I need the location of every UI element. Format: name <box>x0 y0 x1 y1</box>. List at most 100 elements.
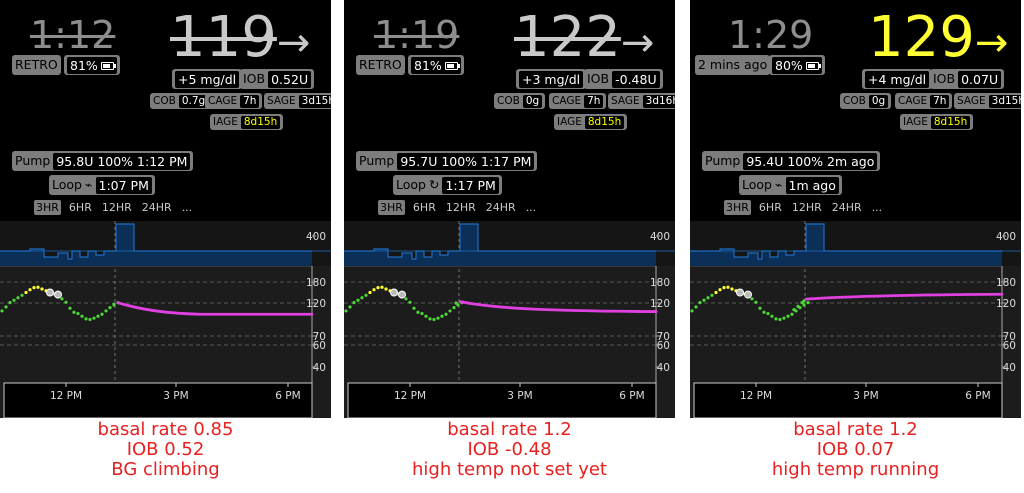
caption-line: IOB 0.52 <box>126 439 205 460</box>
y-tick-label: 60 <box>313 340 326 352</box>
bg-point <box>774 317 778 321</box>
status-badge[interactable]: RETRO <box>356 55 405 75</box>
loop-status[interactable]: Loop ⌁ 1:07 PM <box>49 175 155 195</box>
y-tick-label: 60 <box>1003 340 1016 352</box>
cob-badge[interactable]: COB 0g <box>494 93 546 109</box>
range-option-3hr[interactable]: 3HR <box>724 200 751 215</box>
status-badge[interactable]: 2 mins ago <box>695 55 771 75</box>
cage-badge[interactable]: CAGE 7h <box>895 93 953 109</box>
sage-badge[interactable]: SAGE3d15h <box>264 93 331 109</box>
manual-bg-point <box>398 290 406 299</box>
range-option-12hr[interactable]: 12HR <box>444 200 478 215</box>
delta-badge[interactable]: +5 mg/dl <box>172 69 243 89</box>
nightscout-panel: 1:12 119→ RETRO 81% +5 mg/dl IOB 0.52U COB 0.7g C… <box>0 0 331 418</box>
delta-value: +5 mg/dl <box>175 70 240 88</box>
pump-status[interactable]: Pump 95.4U 100% 2m ago <box>702 151 881 171</box>
caption-line: IOB -0.48 <box>467 439 552 460</box>
battery-badge[interactable]: 80% <box>769 55 825 75</box>
iob-badge[interactable]: IOB 0.52U <box>240 69 315 89</box>
range-option-24hr[interactable]: 24HR <box>140 200 174 215</box>
bg-point <box>112 302 116 306</box>
x-tick-label: 3 PM <box>163 390 188 402</box>
range-option-24hr[interactable]: 24HR <box>830 200 864 215</box>
bg-value: 129 <box>868 5 975 70</box>
bg-point <box>786 314 790 318</box>
y-tick-label: 40 <box>1003 362 1016 374</box>
iage-badge[interactable]: IAGE 8d15h <box>210 114 284 130</box>
iage-badge[interactable]: IAGE 8d15h <box>900 114 974 130</box>
x-tick-label: 12 PM <box>50 390 82 402</box>
range-option-3hr[interactable]: 3HR <box>378 200 405 215</box>
bg-point <box>792 308 796 312</box>
pill-value: 8d15h <box>930 115 971 129</box>
y-tick-label: 400 <box>306 231 326 243</box>
bg-point <box>440 314 444 318</box>
pill-value: 0g <box>868 94 889 108</box>
glucose-chart[interactable]: 40018012070604012 PM 3 PM 6 PM <box>344 221 675 418</box>
pill-label: CAGE <box>552 95 582 107</box>
range-option-moremoremore[interactable]: ... <box>524 200 539 215</box>
bg-point <box>778 317 782 322</box>
range-option-12hr[interactable]: 12HR <box>100 200 134 215</box>
manual-bg-point <box>54 290 62 299</box>
y-tick-label: 60 <box>657 340 670 352</box>
caption-line: basal rate 0.85 <box>97 419 234 440</box>
pill-label: Loop <box>396 177 426 192</box>
loop-status[interactable]: Loop ⌁ 1m ago <box>739 175 842 195</box>
iage-badge[interactable]: IAGE 8d15h <box>554 114 628 130</box>
cage-badge[interactable]: CAGE 7h <box>205 93 263 109</box>
range-option-12hr[interactable]: 12HR <box>790 200 824 215</box>
nightscout-panel: 1:29 129→ 2 mins ago 80% +4 mg/dl IOB 0.07U COB… <box>690 0 1021 418</box>
pill-value: 95.7U 100% 1:17 PM <box>397 152 535 170</box>
bg-point <box>444 312 448 316</box>
pill-label: Pump <box>359 153 395 168</box>
range-option-6hr[interactable]: 6HR <box>411 200 438 215</box>
bg-point <box>64 300 68 304</box>
glucose-chart[interactable]: 40018012070604012 PM 3 PM 6 PM <box>690 221 1021 418</box>
pill-label: IOB <box>243 71 266 86</box>
status-badge[interactable]: RETRO <box>12 55 61 75</box>
pill-value: 0.7g <box>178 94 209 108</box>
pill-label: SAGE <box>611 95 640 107</box>
bg-point <box>718 288 722 292</box>
battery-badge[interactable]: 81% <box>64 55 120 75</box>
bg-point <box>72 310 76 314</box>
range-option-24hr[interactable]: 24HR <box>484 200 518 215</box>
delta-badge[interactable]: +4 mg/dl <box>862 69 933 89</box>
range-option-6hr[interactable]: 6HR <box>67 200 94 215</box>
loop-icon: ↻ <box>428 177 440 192</box>
battery-badge[interactable]: 81% <box>408 55 464 75</box>
range-option-moremoremore[interactable]: ... <box>180 200 195 215</box>
cob-badge[interactable]: COB 0.7g <box>150 93 212 109</box>
bg-point <box>762 310 766 314</box>
loop-status[interactable]: Loop ↻ 1:17 PM <box>393 175 502 195</box>
pump-status[interactable]: Pump 95.7U 100% 1:17 PM <box>356 151 538 171</box>
bg-point <box>436 316 440 320</box>
range-option-6hr[interactable]: 6HR <box>757 200 784 215</box>
clock-time: 1:12 <box>30 13 116 57</box>
pill-value: 95.4U 100% 2m ago <box>743 152 878 170</box>
sage-badge[interactable]: SAGE3d16h <box>608 93 675 109</box>
bg-point <box>344 309 348 313</box>
bg-point <box>404 297 408 301</box>
bg-point <box>454 301 458 305</box>
pill-label: COB <box>843 95 866 107</box>
cob-badge[interactable]: COB 0g <box>840 93 892 109</box>
y-tick-label: 120 <box>650 298 670 310</box>
iob-badge[interactable]: IOB -0.48U <box>584 69 663 89</box>
pump-status[interactable]: Pump 95.8U 100% 1:12 PM <box>12 151 194 171</box>
range-option-moremoremore[interactable]: ... <box>870 200 885 215</box>
iob-badge[interactable]: IOB 0.07U <box>930 69 1005 89</box>
sage-badge[interactable]: SAGE3d15h <box>954 93 1021 109</box>
bg-point <box>428 317 432 321</box>
cage-badge[interactable]: CAGE 7h <box>549 93 607 109</box>
bg-point <box>24 290 28 295</box>
bg-point <box>108 306 112 310</box>
delta-badge[interactable]: +3 mg/dl <box>516 69 587 89</box>
battery-percent: 81% <box>70 57 98 73</box>
bg-point <box>376 286 380 290</box>
glucose-chart[interactable]: 40018012070604012 PM 3 PM 6 PM <box>0 221 331 418</box>
bg-point <box>348 305 352 309</box>
range-option-3hr[interactable]: 3HR <box>34 200 61 215</box>
pill-value: 0.52U <box>268 70 312 88</box>
